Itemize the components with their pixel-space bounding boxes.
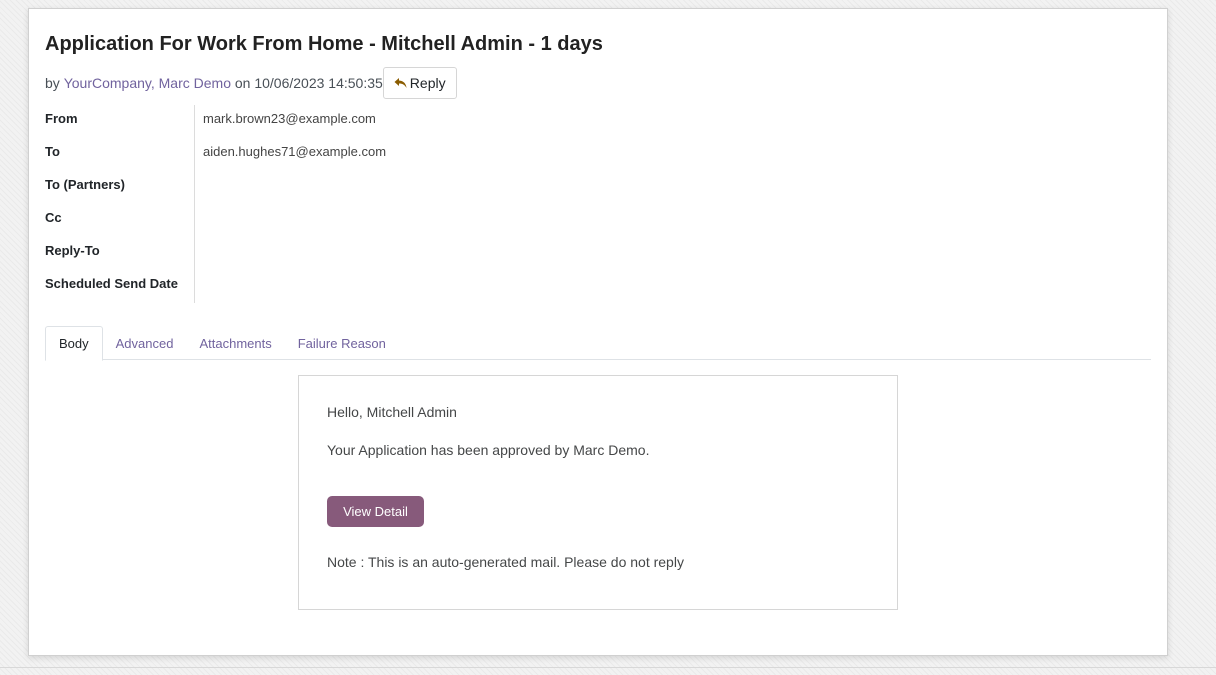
tab-advanced[interactable]: Advanced: [103, 326, 187, 360]
field-row-cc: Cc: [45, 204, 1145, 237]
scheduled-date-value[interactable]: [195, 270, 203, 303]
field-row-to: To aiden.hughes71@example.com: [45, 138, 1145, 171]
tab-attachments[interactable]: Attachments: [186, 326, 284, 360]
field-label: From: [45, 105, 195, 138]
mail-form-sheet: Application For Work From Home - Mitchel…: [28, 8, 1168, 656]
auto-generated-note: Note : This is an auto-generated mail. P…: [327, 554, 684, 570]
notebook-tabs: Body Advanced Attachments Failure Reason: [45, 326, 1151, 361]
to-value[interactable]: aiden.hughes71@example.com: [195, 138, 386, 171]
view-detail-button[interactable]: View Detail: [327, 496, 424, 527]
field-row-from: From mark.brown23@example.com: [45, 105, 1145, 138]
sent-date: on 10/06/2023 14:50:35: [234, 75, 383, 91]
reply-to-value[interactable]: [195, 237, 203, 270]
mail-body-preview: Hello, Mitchell Admin Your Application h…: [298, 375, 898, 610]
field-label: To (Partners): [45, 171, 195, 204]
reply-icon: [394, 77, 407, 89]
reply-button-label: Reply: [409, 75, 446, 91]
greeting-text: Hello, Mitchell Admin: [327, 404, 457, 420]
approval-message: Your Application has been approved by Ma…: [327, 442, 650, 458]
tab-body[interactable]: Body: [45, 326, 103, 361]
field-label: Reply-To: [45, 237, 195, 270]
cc-value[interactable]: [195, 204, 203, 237]
field-label: To: [45, 138, 195, 171]
field-row-reply-to: Reply-To: [45, 237, 1145, 270]
field-label: Cc: [45, 204, 195, 237]
from-value[interactable]: mark.brown23@example.com: [195, 105, 376, 138]
tab-failure-reason[interactable]: Failure Reason: [285, 326, 399, 360]
mail-subject-title: Application For Work From Home - Mitchel…: [45, 33, 603, 55]
by-prefix: by: [45, 75, 60, 91]
field-row-scheduled-date: Scheduled Send Date: [45, 270, 1145, 303]
field-row-to-partners: To (Partners): [45, 171, 1145, 204]
reply-button[interactable]: Reply: [382, 67, 457, 99]
mail-fields: From mark.brown23@example.com To aiden.h…: [45, 105, 1145, 303]
author-link[interactable]: YourCompany, Marc Demo: [64, 75, 231, 91]
to-partners-value[interactable]: [195, 171, 203, 204]
bottom-divider: [0, 667, 1216, 668]
mail-byline: by YourCompany, Marc Demo on 10/06/2023 …: [45, 67, 457, 99]
field-label: Scheduled Send Date: [45, 270, 195, 303]
